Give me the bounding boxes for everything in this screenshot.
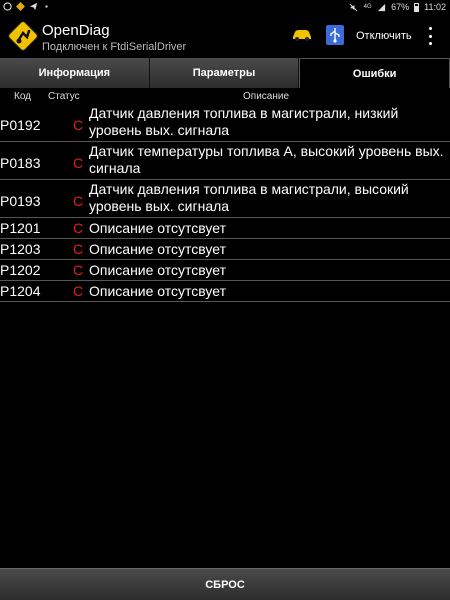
battery-icon: [414, 2, 420, 12]
app-title: OpenDiag: [42, 22, 110, 39]
overflow-menu-icon[interactable]: [425, 27, 435, 45]
disconnect-button[interactable]: Отключить: [352, 28, 416, 44]
telegram-icon: [29, 2, 38, 11]
tab-info[interactable]: Информация: [0, 58, 150, 88]
usb-icon[interactable]: [326, 25, 344, 45]
table-row[interactable]: P0183 C Датчик температуры топлива А, вы…: [0, 142, 450, 180]
more-dots-icon: [42, 2, 51, 11]
mute-icon: [349, 3, 358, 12]
network-4g-icon: 4G: [363, 3, 372, 10]
error-code: P0193: [0, 193, 41, 209]
error-code: P0183: [0, 155, 41, 171]
table-row[interactable]: P1201 C Описание отсутсвует: [0, 218, 450, 239]
tab-errors[interactable]: Ошибки: [299, 58, 450, 88]
whatsapp-icon: [3, 2, 12, 11]
error-status: C: [73, 283, 84, 299]
error-description: Описание отсутсвует: [89, 262, 226, 278]
error-description: Датчик давления топлива в магистрали, вы…: [89, 181, 409, 214]
error-status: C: [73, 155, 84, 171]
table-row[interactable]: P0193 C Датчик давления топлива в магист…: [0, 180, 450, 218]
signal-icon: [377, 3, 386, 12]
table-row[interactable]: P1202 C Описание отсутсвует: [0, 260, 450, 281]
navigation-icon: [16, 2, 25, 11]
tab-parameters[interactable]: Параметры: [149, 58, 300, 88]
error-code: P1203: [0, 241, 41, 257]
error-code: P1204: [0, 283, 41, 299]
header-status: Статус: [48, 91, 80, 102]
error-description: Описание отсутсвует: [89, 283, 226, 299]
table-row[interactable]: P1204 C Описание отсутсвует: [0, 281, 450, 302]
status-bar-left: [3, 2, 51, 11]
table-row[interactable]: P0192 C Датчик давления топлива в магист…: [0, 104, 450, 142]
action-bar: OpenDiag Подключен к FtdiSerialDriver От…: [0, 16, 450, 58]
error-status: C: [73, 241, 84, 257]
error-code: P1201: [0, 220, 41, 236]
error-code: P0192: [0, 117, 41, 133]
error-code: P1202: [0, 262, 41, 278]
clock: 11:02: [424, 2, 446, 12]
error-status: C: [73, 262, 84, 278]
error-description: Датчик давления топлива в магистрали, ни…: [89, 105, 399, 138]
tab-bar: Информация Параметры Ошибки: [0, 58, 450, 88]
battery-percent: 67%: [391, 2, 410, 12]
error-status: C: [73, 117, 84, 133]
table-row[interactable]: P1203 C Описание отсутсвует: [0, 239, 450, 260]
app-logo-icon: [8, 21, 38, 51]
error-list: P0192 C Датчик давления топлива в магист…: [0, 104, 450, 302]
error-description: Датчик температуры топлива А, высокий ур…: [89, 143, 444, 176]
error-status: C: [73, 220, 84, 236]
car-icon[interactable]: [291, 28, 313, 42]
connection-status: Подключен к FtdiSerialDriver: [42, 41, 187, 53]
error-status: C: [73, 193, 84, 209]
table-header: Код Статус Описание: [0, 89, 450, 103]
reset-button[interactable]: СБРОС: [0, 568, 450, 600]
header-code: Код: [14, 91, 32, 102]
error-description: Описание отсутсвует: [89, 241, 226, 257]
status-bar-right: 4G 67% 11:02: [349, 2, 446, 12]
status-bar: 4G 67% 11:02: [0, 0, 450, 16]
error-description: Описание отсутсвует: [89, 220, 226, 236]
header-description: Описание: [243, 91, 290, 102]
